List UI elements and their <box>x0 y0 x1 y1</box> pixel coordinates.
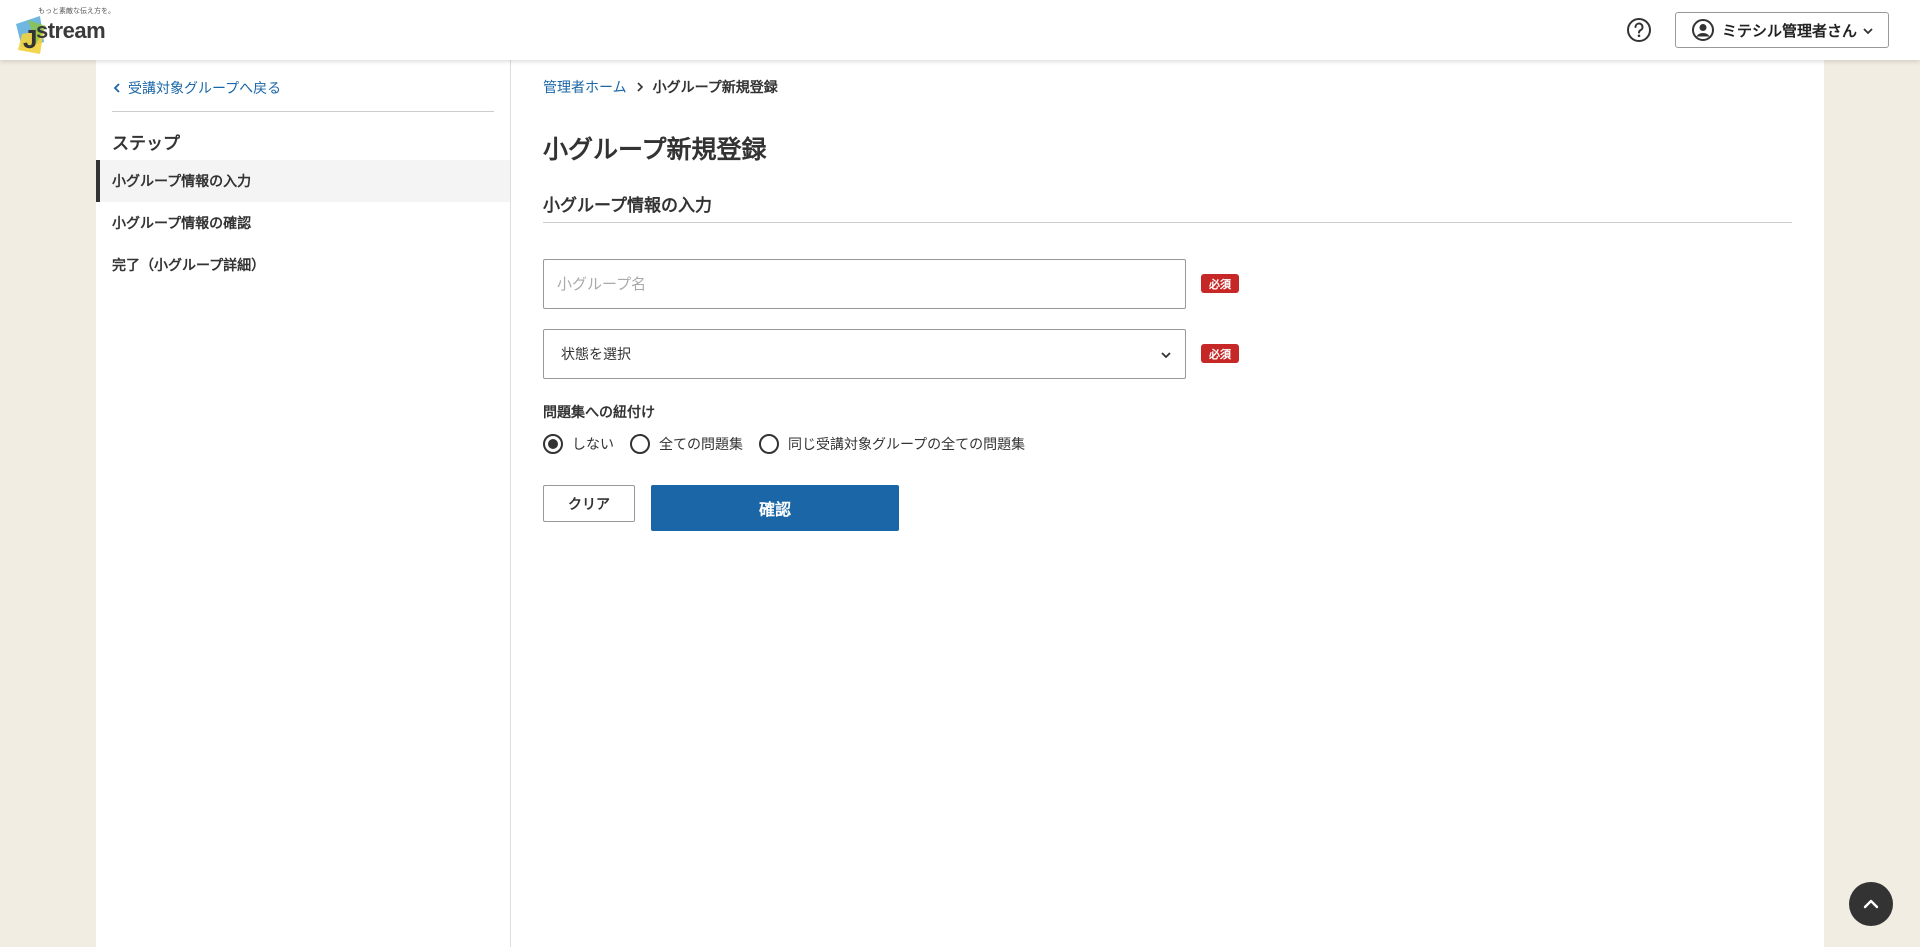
back-to-group-link[interactable]: 受講対象グループへ戻る <box>112 78 281 98</box>
section-title: 小グループ情報の入力 <box>543 196 712 216</box>
jstream-logo[interactable]: もっと素敵な伝え方を。 J stream <box>14 6 124 54</box>
radio-button-checked[interactable] <box>543 434 563 454</box>
scroll-to-top-button[interactable] <box>1849 882 1893 926</box>
sidebar: 受講対象グループへ戻る ステップ 小グループ情報の入力 小グループ情報の確認 完… <box>96 60 511 947</box>
radio-same-group-workbooks[interactable]: 同じ受講対象グループの全ての問題集 <box>759 434 1025 454</box>
radio-label: 同じ受講対象グループの全ての問題集 <box>788 437 1026 453</box>
step-item-complete: 完了（小グループ詳細） <box>96 244 510 286</box>
clear-button[interactable]: クリア <box>543 485 635 522</box>
user-menu-button[interactable]: ミテシル管理者さん <box>1675 12 1889 48</box>
radio-label: しない <box>572 437 614 453</box>
radio-none[interactable]: しない <box>543 434 614 454</box>
radio-button[interactable] <box>630 434 650 454</box>
step-label: 完了（小グループ詳細） <box>112 258 266 274</box>
workbook-link-radio-group: しない 全ての問題集 同じ受講対象グループの全ての問題集 <box>543 434 1041 454</box>
steps-title: ステップ <box>112 134 180 154</box>
step-item-confirm: 小グループ情報の確認 <box>96 202 510 244</box>
workbook-link-label: 問題集への紐付け <box>543 405 655 421</box>
breadcrumb-current: 小グループ新規登録 <box>652 80 778 96</box>
section-divider <box>543 222 1792 223</box>
chevron-left-icon <box>113 83 120 93</box>
chevron-right-icon <box>637 82 643 92</box>
radio-all-workbooks[interactable]: 全ての問題集 <box>630 434 743 454</box>
radio-button[interactable] <box>759 434 779 454</box>
step-item-input: 小グループ情報の入力 <box>96 160 510 202</box>
step-label: 小グループ情報の確認 <box>112 216 252 232</box>
back-link-label: 受講対象グループへ戻る <box>128 81 282 97</box>
radio-label: 全ての問題集 <box>659 437 743 453</box>
chevron-up-icon <box>1863 899 1879 909</box>
subgroup-name-input[interactable] <box>543 259 1186 309</box>
user-name: ミテシル管理者さん <box>1722 21 1858 40</box>
breadcrumb-home-link[interactable]: 管理者ホーム <box>543 77 627 97</box>
breadcrumb: 管理者ホーム 小グループ新規登録 <box>543 77 778 97</box>
user-avatar-icon <box>1692 19 1714 41</box>
step-label: 小グループ情報の入力 <box>112 174 252 190</box>
status-select-value: 状態を選択 <box>561 347 631 363</box>
status-select[interactable]: 状態を選択 <box>543 329 1186 379</box>
confirm-button[interactable]: 確認 <box>651 485 899 531</box>
required-badge: 必須 <box>1201 344 1239 363</box>
header: もっと素敵な伝え方を。 J stream ミテシル管理者さん <box>0 0 1920 60</box>
required-badge: 必須 <box>1201 274 1239 293</box>
page-title: 小グループ新規登録 <box>543 135 767 164</box>
sidebar-divider <box>112 111 494 112</box>
help-icon[interactable] <box>1626 17 1652 43</box>
logo-text: stream <box>36 18 106 43</box>
chevron-down-icon <box>1863 28 1873 35</box>
chevron-down-icon <box>1161 352 1171 359</box>
main-content: 管理者ホーム 小グループ新規登録 小グループ新規登録 小グループ情報の入力 必須… <box>511 60 1824 947</box>
